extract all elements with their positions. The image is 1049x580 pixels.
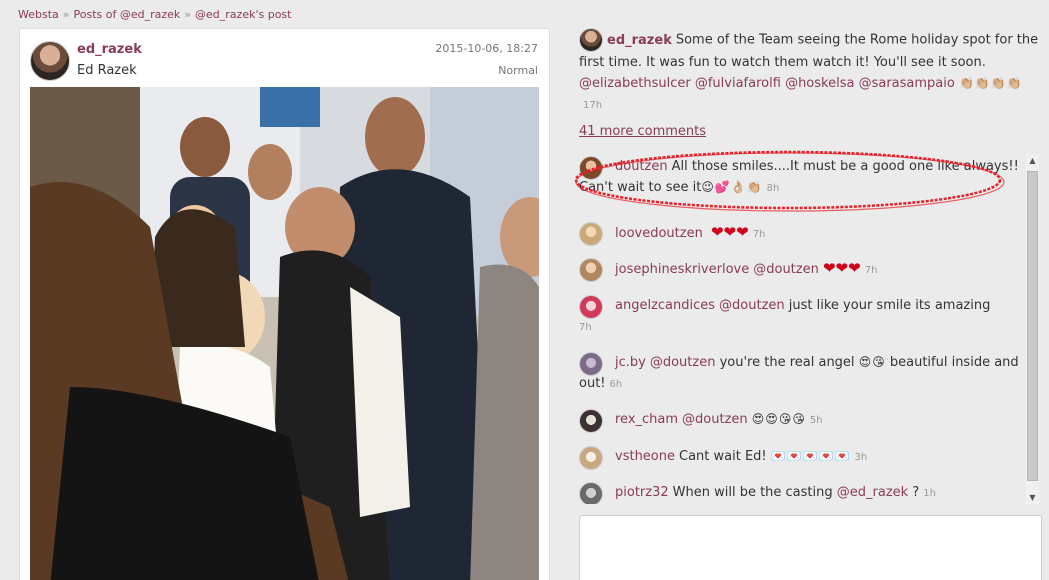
photo-illustration — [30, 87, 539, 580]
breadcrumb-posts-of-user[interactable]: Posts of @ed_razek — [74, 8, 181, 21]
caption-avatar[interactable] — [579, 28, 603, 52]
comment-avatar[interactable] — [579, 409, 603, 433]
comment-item: angelzcandices @doutzen just like your sm… — [579, 295, 1024, 338]
comment-username[interactable]: vstheone — [615, 449, 675, 464]
comment-emoji: 😍😍😘😘 — [751, 412, 806, 426]
post-date: 2015-10-06, 18:27 — [435, 42, 538, 55]
comment-username[interactable]: doutzen — [615, 159, 668, 174]
comment-item: loovedoutzen ❤❤❤ 7h — [579, 222, 1024, 246]
comment-avatar[interactable] — [579, 156, 603, 180]
comment-item: piotrz32 When will be the casting @ed_raz… — [579, 482, 1024, 504]
scrollbar-thumb[interactable] — [1027, 171, 1038, 481]
breadcrumb: Websta» Posts of @ed_razek» @ed_razek's po… — [18, 8, 291, 21]
comment-avatar[interactable] — [579, 446, 603, 470]
heart-emoji: ❤❤❤ — [822, 259, 861, 277]
breadcrumb-websta[interactable]: Websta — [18, 8, 59, 21]
caption-time: 17h — [583, 100, 603, 111]
caption-username[interactable]: ed_razek — [607, 33, 672, 48]
comment-text-continued: ? — [912, 485, 920, 500]
post-filter: Normal — [498, 64, 538, 77]
comments-list[interactable]: doutzen All those smiles....It must be a … — [579, 152, 1043, 504]
comment-time: 6h — [609, 379, 623, 390]
breadcrumb-current-post[interactable]: @ed_razek's post — [195, 8, 291, 21]
comment-text: you're the real angel — [719, 355, 855, 370]
comment-time: 7h — [579, 322, 592, 333]
owner-full-name: Ed Razek — [77, 63, 137, 78]
clap-emoji: 👏🏼👏🏼👏🏼👏🏼 — [958, 76, 1023, 90]
mention-link[interactable]: @doutzen — [719, 298, 785, 313]
scroll-down-icon[interactable]: ▼ — [1026, 491, 1039, 504]
mention-link[interactable]: @elizabethsulcer — [579, 76, 691, 91]
comment-avatar[interactable] — [579, 222, 603, 246]
mention-link[interactable]: @hoskelsa — [785, 76, 854, 91]
mention-link[interactable]: @ed_razek — [837, 485, 908, 500]
comment-username[interactable]: rex_cham — [615, 412, 678, 427]
comment-username[interactable]: jc.by — [615, 355, 646, 370]
comment-time: 8h — [766, 183, 780, 194]
comment-text: When will be the casting — [672, 485, 833, 500]
post-caption: ed_razek Some of the Team seeing the Rome… — [579, 28, 1044, 116]
comment-item: rex_cham @doutzen 😍😍😘😘 5h — [579, 409, 1024, 433]
comment-avatar[interactable] — [579, 482, 603, 504]
comment-avatar[interactable] — [579, 352, 603, 376]
comment-username[interactable]: josephineskriverlove — [615, 262, 749, 277]
comment-avatar[interactable] — [579, 258, 603, 282]
comment-emoji: 😉💕👌🏼👏🏼 — [701, 180, 763, 194]
comment-username[interactable]: angelzcandices — [615, 298, 715, 313]
comment-username[interactable]: loovedoutzen — [615, 226, 703, 241]
post-photo[interactable] — [30, 87, 539, 580]
comment-emoji: 💌💌💌💌💌 — [770, 449, 851, 463]
scroll-up-icon[interactable]: ▲ — [1026, 154, 1039, 167]
comment-time: 7h — [864, 265, 878, 276]
comment-input[interactable] — [579, 515, 1042, 580]
mention-link[interactable]: @sarasampaio — [859, 76, 955, 91]
heart-emoji: ❤❤❤ — [710, 223, 749, 241]
comment-username[interactable]: piotrz32 — [615, 485, 669, 500]
more-comments-link[interactable]: 41 more comments — [579, 124, 706, 139]
comments-scrollbar[interactable]: ▲ ▼ — [1026, 154, 1039, 504]
comment-time: 3h — [854, 452, 868, 463]
comment-time: 5h — [809, 415, 823, 426]
comment-text: just like your smile its amazing — [788, 298, 991, 313]
mention-link[interactable]: @doutzen — [753, 262, 819, 277]
comment-item: doutzen All those smiles....It must be a … — [579, 156, 1024, 199]
mention-link[interactable]: @doutzen — [650, 355, 716, 370]
post-card: ed_razek Ed Razek 2015-10-06, 18:27 Norm… — [19, 28, 550, 580]
mention-link[interactable]: @fulviafarolfi — [695, 76, 781, 91]
comment-item: josephineskriverlove @doutzen ❤❤❤ 7h — [579, 258, 1024, 282]
comment-emoji: 😍😘 — [858, 355, 886, 369]
post-header: ed_razek Ed Razek 2015-10-06, 18:27 Norm… — [30, 41, 540, 91]
comment-time: 1h — [923, 488, 936, 499]
comment-item: vstheone Cant wait Ed! 💌💌💌💌💌 3h — [579, 446, 1024, 470]
breadcrumb-separator: » — [62, 8, 70, 21]
comment-text: Cant wait Ed! — [679, 449, 767, 464]
owner-username[interactable]: ed_razek — [77, 42, 142, 57]
breadcrumb-separator: » — [184, 8, 192, 21]
comment-item: jc.by @doutzen you're the real angel 😍😘 b… — [579, 352, 1024, 395]
mention-link[interactable]: @doutzen — [682, 412, 748, 427]
owner-avatar[interactable] — [30, 41, 70, 81]
comment-avatar[interactable] — [579, 295, 603, 319]
comment-time: 7h — [752, 229, 766, 240]
